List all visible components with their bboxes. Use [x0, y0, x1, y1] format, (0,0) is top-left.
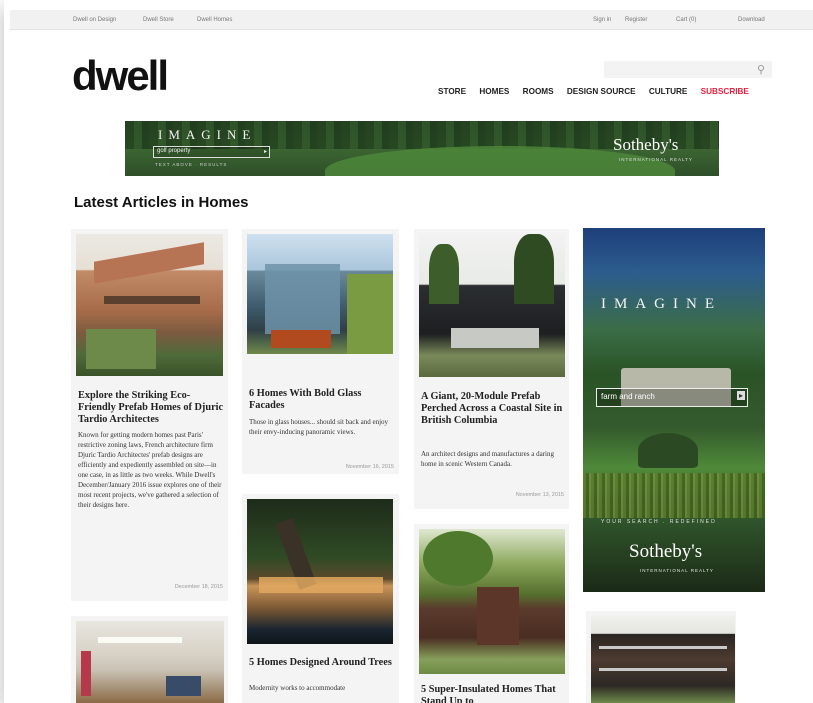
- railing-shape: [599, 646, 727, 649]
- nav-rooms[interactable]: ROOMS: [523, 87, 554, 96]
- nav-homes[interactable]: HOMES: [479, 87, 509, 96]
- article-description: An architect designs and manufactures a …: [421, 450, 554, 468]
- article-title[interactable]: 5 Homes Designed Around Trees: [249, 657, 395, 669]
- section-title: Latest Articles in Homes: [74, 194, 249, 211]
- article-date: November 13, 2015: [515, 492, 564, 498]
- glass-facade-shape: [265, 264, 340, 334]
- dwell-store-link[interactable]: Dwell Store: [143, 17, 174, 23]
- tree-shape: [347, 274, 393, 354]
- lit-interior-shape: [259, 577, 383, 593]
- dwell-logo[interactable]: dwell: [72, 55, 169, 97]
- side-ad-arrow-icon[interactable]: ▸: [736, 391, 745, 400]
- article-description: Known for getting modern homes past Pari…: [78, 431, 222, 509]
- ad-grass-image: [583, 473, 765, 518]
- side-ad-brand-sub: INTERNATIONAL REALTY: [640, 568, 714, 573]
- nav-design-source[interactable]: DESIGN SOURCE: [567, 87, 636, 96]
- dwell-on-design-link[interactable]: Dwell on Design: [73, 17, 116, 23]
- search-icon[interactable]: ⚲: [757, 63, 765, 76]
- utility-bar: Dwell on Design Dwell Store Dwell Homes …: [10, 10, 813, 30]
- side-ad-tagline: YOUR SEARCH . REDEFINED: [601, 519, 717, 525]
- sign-in-link[interactable]: Sign in: [593, 17, 611, 23]
- article-card[interactable]: [71, 616, 228, 703]
- article-photo[interactable]: [247, 499, 393, 644]
- balcony-shape: [104, 296, 200, 304]
- article-card[interactable]: [586, 611, 736, 703]
- article-photo[interactable]: [419, 529, 565, 674]
- article-photo[interactable]: [76, 621, 224, 703]
- side-ad-field-text: farm and ranch: [601, 392, 655, 401]
- article-photo[interactable]: [247, 234, 393, 354]
- deck-shape: [451, 328, 539, 348]
- nav-culture[interactable]: CULTURE: [649, 87, 688, 96]
- article-photo[interactable]: [591, 616, 735, 703]
- banner-subline: TEXT ABOVE · RESULTS: [155, 162, 228, 167]
- ad-tree-image: [638, 433, 698, 468]
- tree-shape: [423, 531, 493, 586]
- article-title[interactable]: 5 Super-Insulated Homes That Stand Up to: [421, 684, 567, 703]
- side-ad[interactable]: IMAGINE farm and ranch ▸ YOUR SEARCH . R…: [583, 228, 765, 592]
- side-ad-headline: IMAGINE: [601, 296, 722, 312]
- article-title[interactable]: 6 Homes With Bold Glass Facades: [249, 388, 395, 412]
- article-date: November 16, 2015: [345, 464, 394, 470]
- article-card[interactable]: Explore the Striking Eco-Friendly Prefab…: [71, 229, 228, 601]
- banner-brand: Sotheby's: [613, 135, 679, 154]
- dwell-homes-link[interactable]: Dwell Homes: [197, 17, 232, 23]
- article-description: Modernity works to accommodate: [249, 684, 346, 692]
- side-ad-brand: Sotheby's: [629, 541, 703, 562]
- article-title[interactable]: A Giant, 20-Module Prefab Perched Across…: [421, 391, 567, 427]
- article-description: Those in glass houses... should sit back…: [249, 418, 389, 436]
- railing-shape: [599, 668, 727, 671]
- article-photo[interactable]: [76, 234, 223, 376]
- article-title[interactable]: Explore the Striking Eco-Friendly Prefab…: [78, 390, 224, 426]
- banner-search-field[interactable]: golf property ▸: [153, 146, 270, 158]
- banner-ad[interactable]: IMAGINE golf property ▸ TEXT ABOVE · RES…: [125, 121, 719, 176]
- article-photo[interactable]: [419, 234, 565, 377]
- nav-subscribe[interactable]: SUBSCRIBE: [701, 87, 749, 96]
- search-input[interactable]: ⚲: [604, 61, 772, 78]
- roof-shape: [94, 242, 204, 284]
- main-nav: STORE HOMES ROOMS DESIGN SOURCE CULTURE …: [438, 87, 749, 96]
- article-card[interactable]: 5 Super-Insulated Homes That Stand Up to: [414, 524, 569, 703]
- banner-field-text: golf property: [157, 148, 191, 154]
- lit-window-shape: [271, 330, 331, 348]
- download-link[interactable]: Download: [738, 17, 765, 23]
- sofa-shape: [166, 676, 201, 696]
- tree-shape: [429, 244, 459, 304]
- skylight-shape: [98, 637, 182, 643]
- article-card[interactable]: 6 Homes With Bold Glass Facades Those in…: [242, 229, 399, 474]
- article-card[interactable]: 5 Homes Designed Around Trees Modernity …: [242, 494, 399, 703]
- article-card[interactable]: A Giant, 20-Module Prefab Perched Across…: [414, 229, 569, 509]
- register-link[interactable]: Register: [625, 17, 647, 23]
- nav-store[interactable]: STORE: [438, 87, 466, 96]
- cart-link[interactable]: Cart (0): [676, 17, 696, 23]
- tree-shape: [514, 234, 554, 304]
- banner-headline: IMAGINE: [158, 127, 257, 142]
- house-shape: [477, 587, 519, 645]
- banner-brand-sub: INTERNATIONAL REALTY: [619, 157, 693, 162]
- article-date: December 18, 2015: [174, 584, 223, 590]
- foliage-shape: [86, 329, 156, 369]
- red-panel-shape: [81, 651, 91, 696]
- side-ad-search-field[interactable]: farm and ranch ▸: [596, 388, 748, 407]
- banner-arrow-icon[interactable]: ▸: [264, 148, 267, 155]
